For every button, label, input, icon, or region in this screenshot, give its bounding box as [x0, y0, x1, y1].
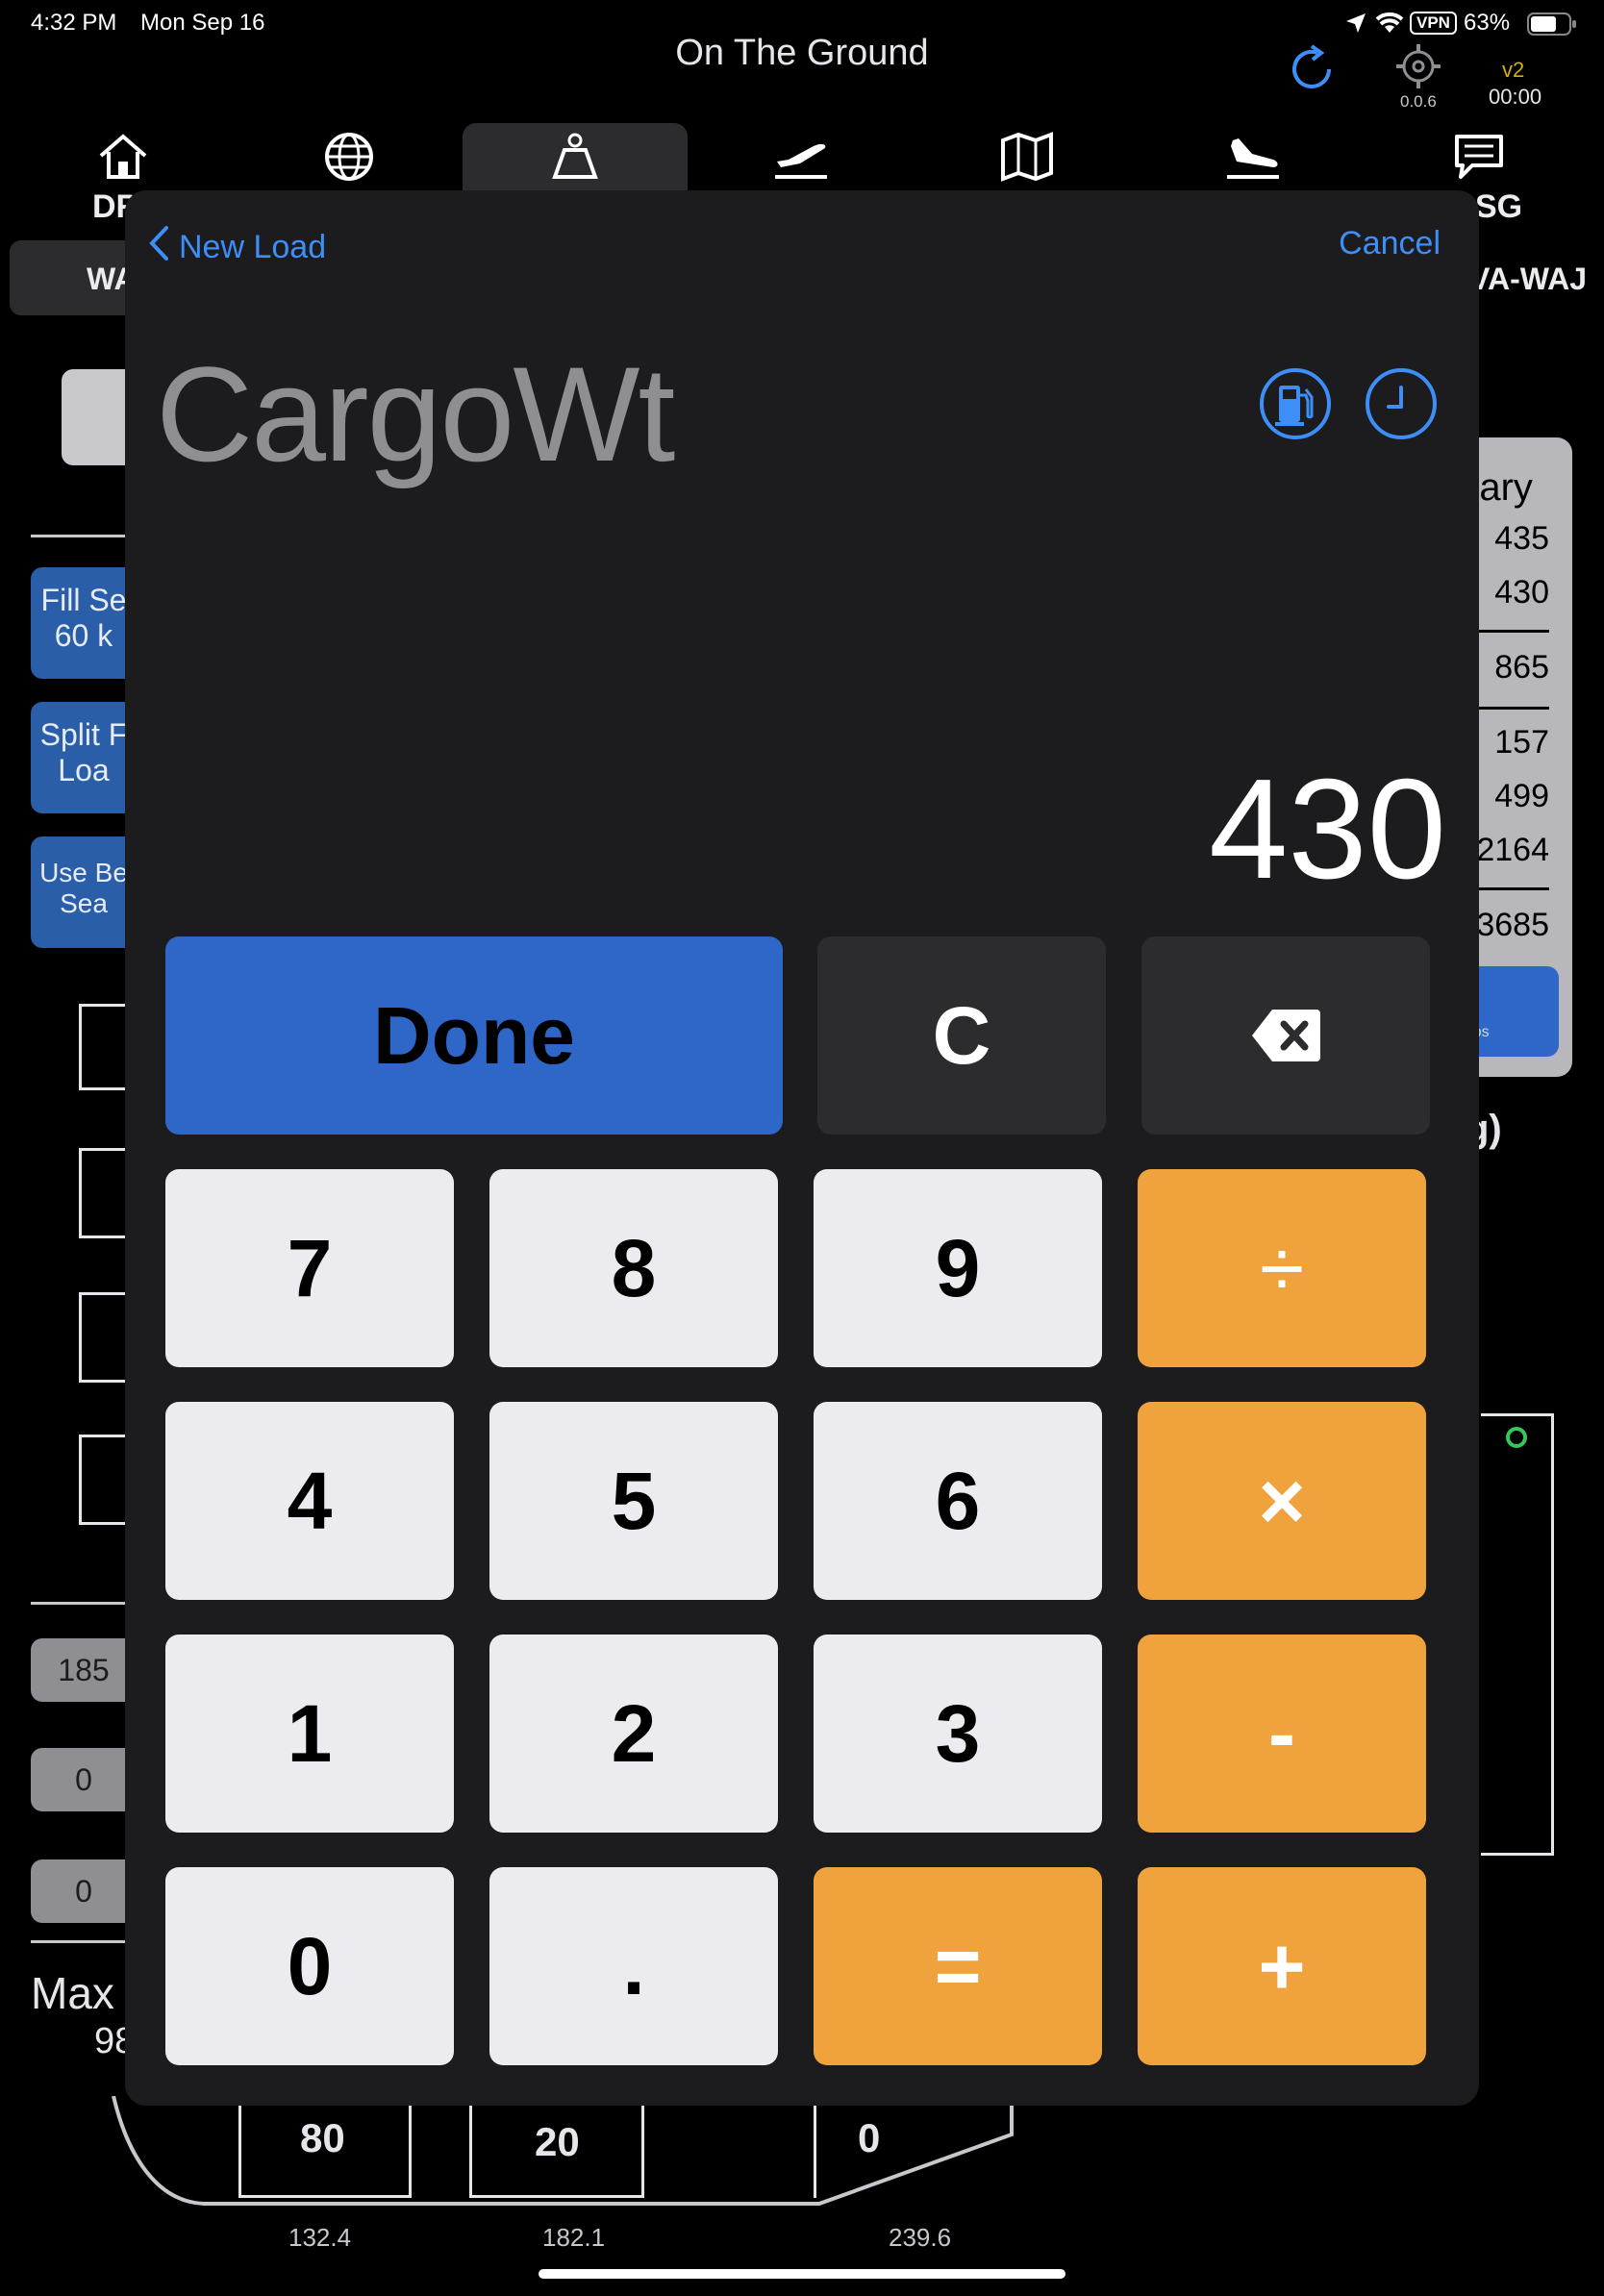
clear-button[interactable]: C [817, 936, 1106, 1135]
bg-hold-outline [1481, 1413, 1554, 1856]
version-number: 0.0.6 [1400, 92, 1437, 111]
tab-messages-label-partial: SG [1475, 188, 1523, 225]
back-button[interactable]: New Load [148, 225, 326, 270]
bg-hold-3 [814, 2106, 1006, 2198]
done-button[interactable]: Done [165, 936, 783, 1135]
key-7[interactable]: 7 [165, 1169, 454, 1367]
bg-scale-1: 132.4 [288, 2223, 352, 2252]
key-6[interactable]: 6 [814, 1402, 1102, 1600]
refresh-icon[interactable] [1283, 40, 1341, 103]
bg-divider [31, 535, 137, 537]
calculator-modal: New Load Cancel CargoWt 430 Done C 7 8 9… [125, 190, 1479, 2106]
message-icon [1455, 135, 1503, 179]
fuel-pump-icon [1275, 386, 1314, 426]
key-2[interactable]: 2 [489, 1635, 778, 1833]
bg-divider-2 [31, 1602, 137, 1605]
key-4[interactable]: 4 [165, 1402, 454, 1600]
bg-hold-3-value: 0 [858, 2115, 881, 2160]
key-add[interactable]: + [1138, 1867, 1426, 2065]
value-display: 430 [1209, 750, 1446, 909]
vpn-badge: VPN [1410, 12, 1457, 35]
tab-globe[interactable] [237, 123, 462, 190]
plane-takeoff-icon [775, 143, 827, 179]
weight-icon [552, 133, 598, 179]
bg-fill-seats-button: Fill Se 60 k [31, 567, 137, 679]
bg-hold-2-value: 20 [535, 2119, 580, 2164]
bg-hold-1-value: 80 [300, 2115, 345, 2160]
tab-map[interactable] [915, 123, 1140, 190]
bg-seat-block-3 [79, 1292, 127, 1383]
bg-pill-3: 0 [31, 1859, 137, 1923]
fuel-button[interactable] [1260, 368, 1331, 439]
version-label: v2 [1502, 58, 1525, 82]
page-title: On The Ground [675, 33, 929, 73]
key-3[interactable]: 3 [814, 1635, 1102, 1833]
field-title: CargoWt [156, 338, 675, 489]
back-button-label: New Load [179, 229, 327, 265]
bg-seat-block-2 [79, 1148, 127, 1238]
home-icon [99, 134, 147, 179]
key-decimal[interactable]: . [489, 1867, 778, 2065]
bg-status-dot [1506, 1427, 1527, 1448]
bg-use-best-seats-button: Use Be Sea [31, 836, 137, 948]
timer: 00:00 [1489, 85, 1542, 109]
bg-max-label: Max [31, 1968, 114, 2018]
tab-arrival[interactable] [1140, 123, 1366, 190]
globe-icon [325, 133, 373, 181]
settings-gear-icon[interactable] [1394, 42, 1442, 95]
bg-right-tab-label: VA-WAJ [1469, 262, 1588, 296]
bg-pill-1: 185 [31, 1638, 137, 1702]
bg-scale-3: 239.6 [889, 2223, 952, 2252]
tab-weight[interactable] [463, 123, 688, 190]
bg-scale-2: 182.1 [542, 2223, 606, 2252]
key-subtract[interactable]: - [1138, 1635, 1426, 1833]
key-1[interactable]: 1 [165, 1635, 454, 1833]
clock-icon [1387, 386, 1403, 409]
key-divide[interactable]: ÷ [1138, 1169, 1426, 1367]
chevron-left-icon [148, 225, 169, 270]
map-icon [1001, 132, 1053, 182]
tab-messages[interactable] [1366, 123, 1591, 190]
bg-seat-block-4 [79, 1435, 127, 1525]
bg-pill-2: 0 [31, 1748, 137, 1811]
backspace-button[interactable] [1141, 936, 1430, 1135]
key-9[interactable]: 9 [814, 1169, 1102, 1367]
key-multiply[interactable]: × [1138, 1402, 1426, 1600]
cancel-button[interactable]: Cancel [1339, 225, 1441, 262]
bg-split-load-button: Split F Loa [31, 702, 137, 813]
bg-divider-3 [31, 1940, 137, 1943]
tab-departure[interactable] [689, 123, 914, 190]
home-indicator[interactable] [539, 2269, 1065, 2279]
bg-seat-block-1 [79, 1004, 127, 1090]
backspace-icon [1252, 1010, 1320, 1061]
key-equals[interactable]: = [814, 1867, 1102, 2065]
key-0[interactable]: 0 [165, 1867, 454, 2065]
key-8[interactable]: 8 [489, 1169, 778, 1367]
history-button[interactable] [1366, 368, 1437, 439]
plane-landing-icon [1227, 138, 1279, 179]
tab-home[interactable] [11, 123, 236, 190]
key-5[interactable]: 5 [489, 1402, 778, 1600]
